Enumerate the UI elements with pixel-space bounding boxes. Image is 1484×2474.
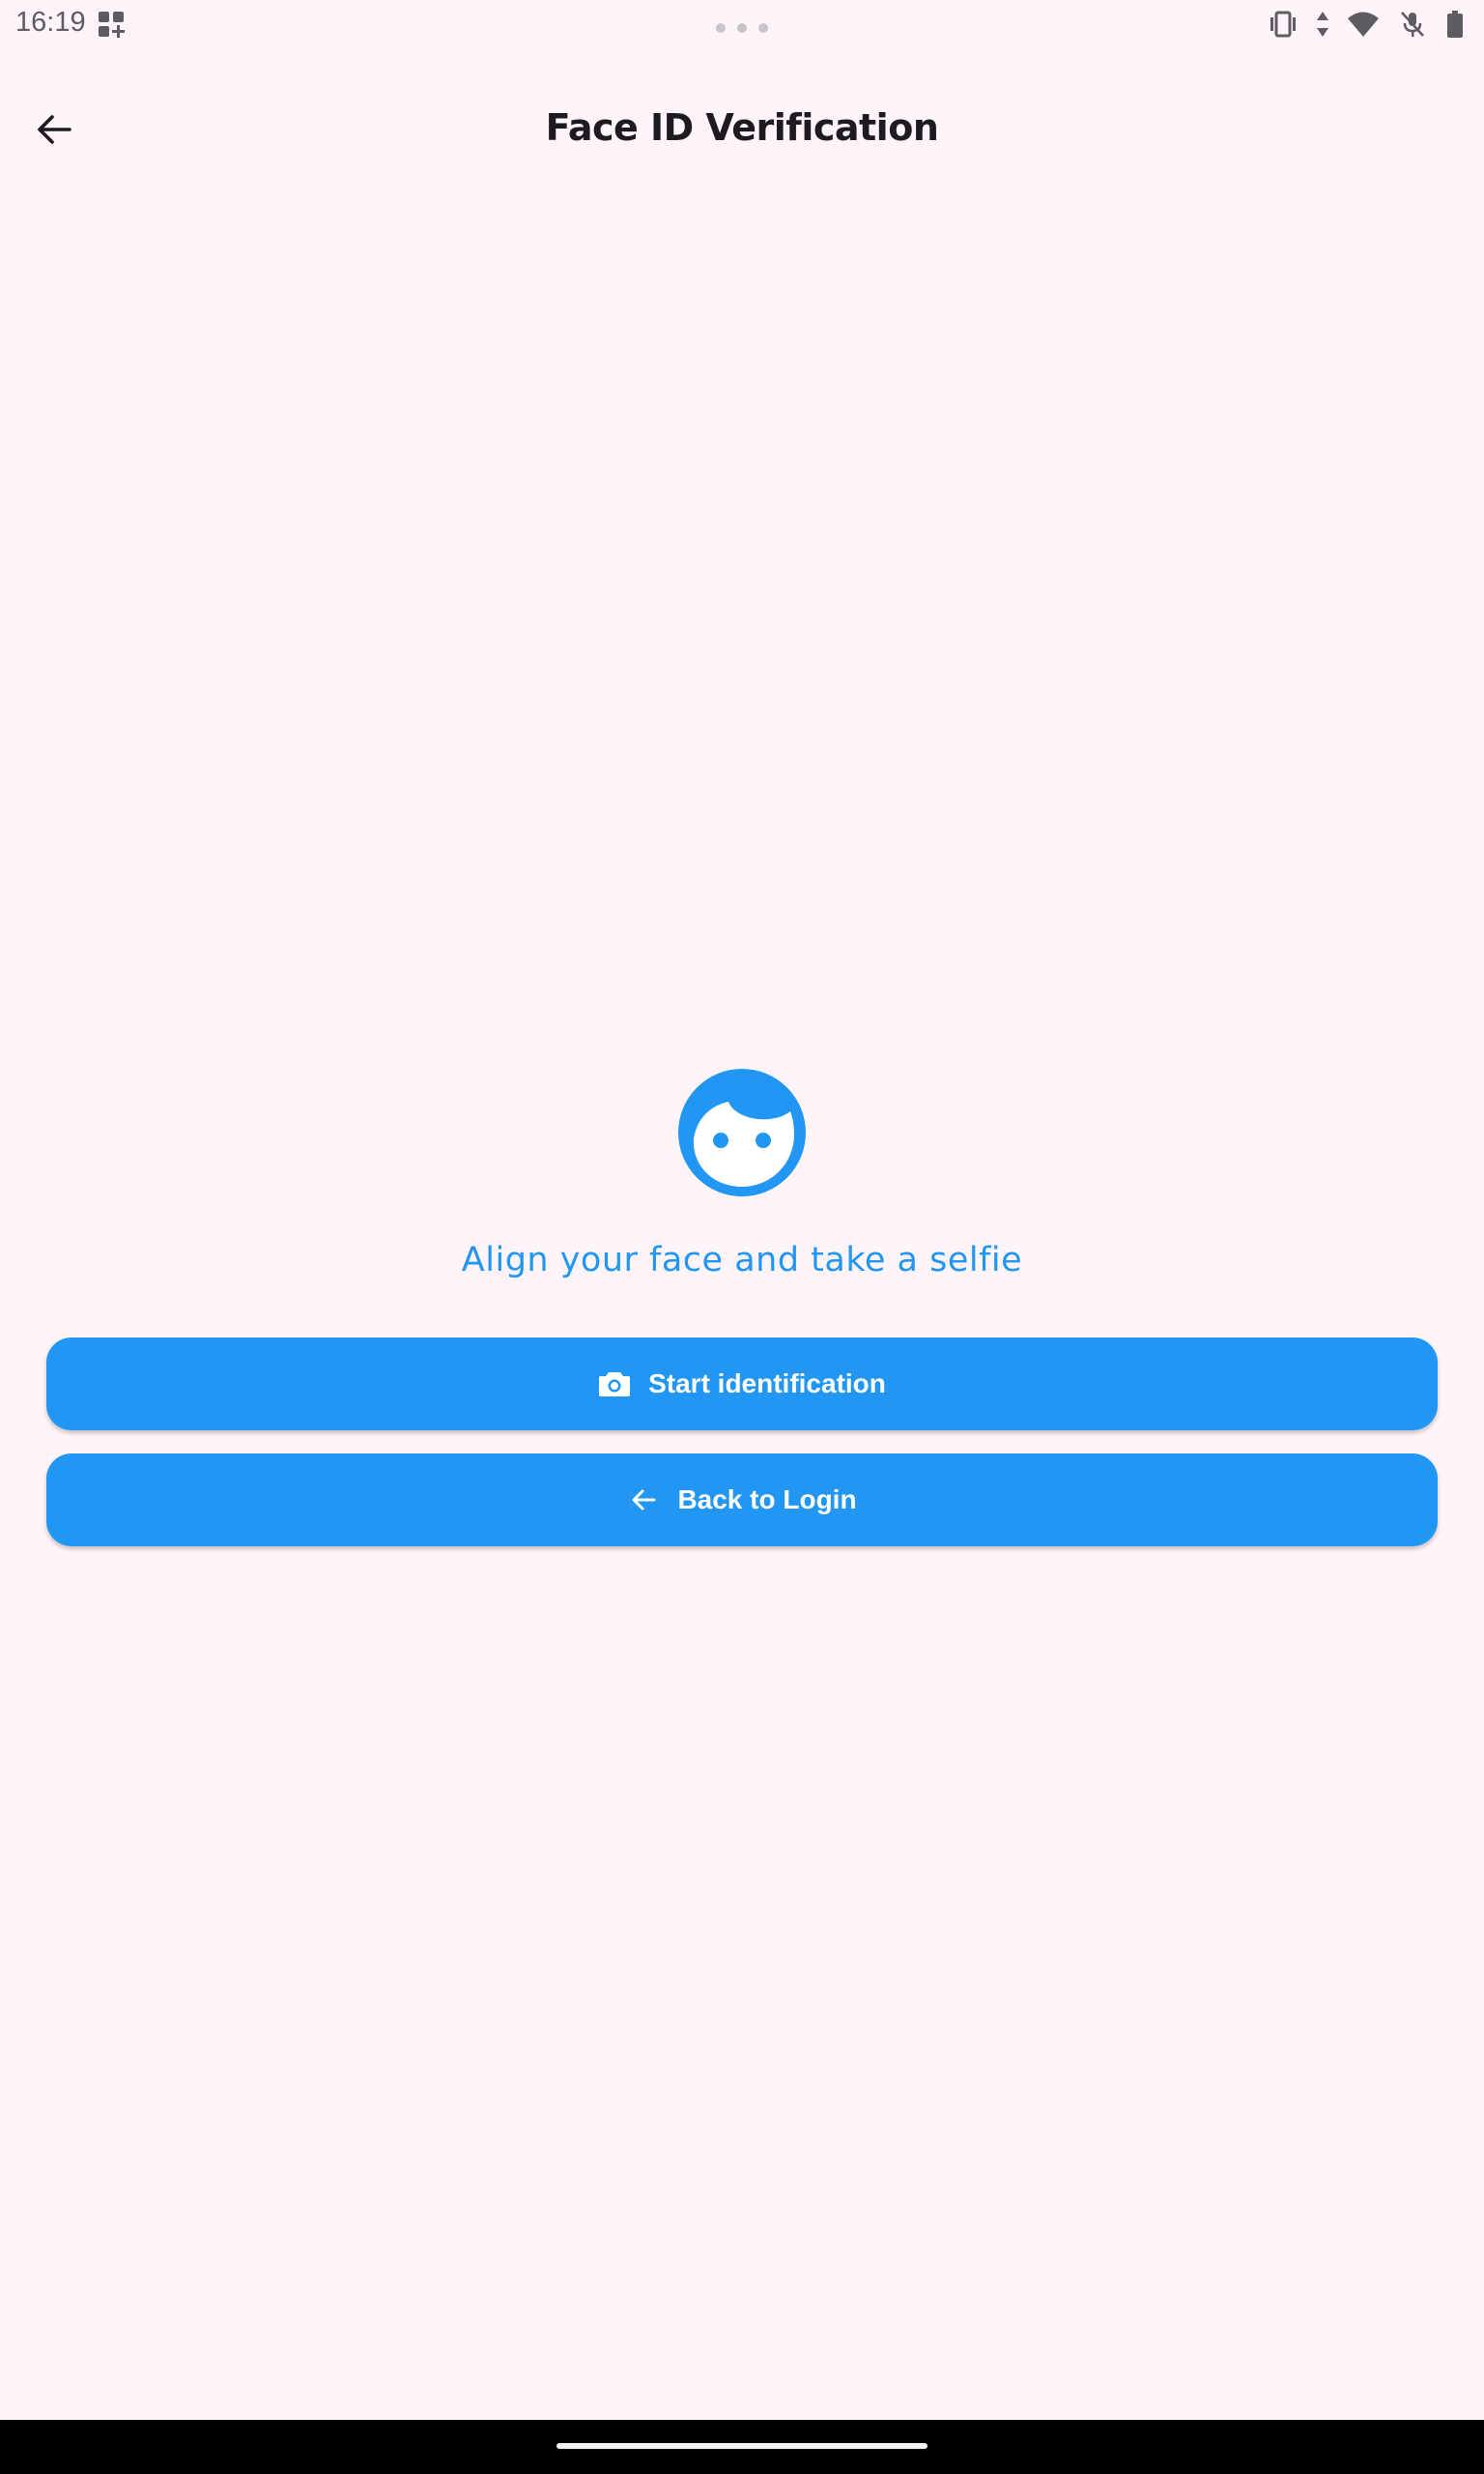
home-handle[interactable] [556,2443,928,2449]
arrow-back-icon [627,1483,660,1516]
app-bar: Face ID Verification [0,87,1484,174]
start-identification-button[interactable]: Start identification [46,1338,1438,1430]
mic-off-icon [1397,10,1428,39]
navigation-bar [0,2420,1484,2474]
wifi-icon [1347,10,1380,39]
vibrate-icon [1268,10,1298,39]
battery-icon [1445,10,1465,39]
face-icon [676,1067,808,1198]
page-title: Face ID Verification [545,106,939,149]
start-identification-label: Start identification [648,1368,886,1398]
more-dots-icon [711,21,773,33]
back-to-login-button[interactable]: Back to Login [46,1453,1438,1546]
camera-icon [598,1367,631,1400]
status-bar: 16:19 [0,0,1484,50]
back-to-login-label: Back to Login [677,1484,857,1514]
status-time: 16:19 [15,7,86,38]
grid-add-icon [97,10,126,39]
instruction-text: Align your face and take a selfie [461,1241,1023,1280]
data-arrows-icon [1316,10,1329,39]
